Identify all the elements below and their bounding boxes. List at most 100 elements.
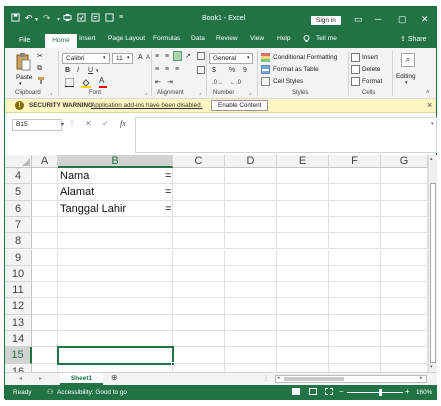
column-header-a[interactable]: A — [32, 155, 58, 168]
cell-e9[interactable] — [277, 249, 329, 266]
column-header-c[interactable]: C — [173, 155, 225, 168]
percent-icon[interactable]: % — [229, 66, 235, 76]
cell-e13[interactable] — [277, 314, 329, 331]
cell-f8[interactable] — [329, 233, 381, 250]
cell-g16[interactable] — [381, 363, 428, 372]
sort-icon[interactable] — [91, 13, 100, 24]
format-cells-button[interactable]: Format — [362, 78, 382, 85]
tab-view[interactable]: View — [250, 35, 264, 42]
redo-dropdown-icon[interactable]: ▾ — [57, 16, 60, 23]
tab-review[interactable]: Review — [216, 35, 238, 42]
cell-f4[interactable] — [329, 168, 381, 185]
cell-g6[interactable] — [381, 200, 428, 217]
cell-e14[interactable] — [277, 331, 329, 348]
cell-g15[interactable] — [381, 347, 428, 364]
tab-page-layout[interactable]: Page Layout — [108, 35, 145, 42]
cell-f15[interactable] — [329, 347, 381, 364]
minimize-icon[interactable]: ─ — [375, 14, 381, 24]
row-header-5[interactable]: 5 — [5, 184, 32, 201]
cell-f12[interactable] — [329, 298, 381, 315]
cell-styles-button[interactable]: Cell Styles — [273, 78, 303, 85]
worksheet-grid[interactable]: ABCDEFG 4 5 6 7 8 9 10 11 12 13 14 15 16 Nama = Alamat… — [5, 155, 437, 372]
align-bottom-icon[interactable] — [173, 51, 182, 61]
insert-cells-button[interactable]: Insert — [362, 54, 378, 61]
search-icon[interactable]: ⌕ — [401, 53, 415, 67]
cell-a4[interactable] — [32, 168, 58, 185]
copy-icon[interactable]: ⧉ — [37, 64, 42, 74]
row-header-6[interactable]: 6 — [5, 200, 32, 217]
cell-c5[interactable]: = — [165, 184, 225, 201]
underline-button[interactable]: U — [88, 66, 93, 76]
cell-b8[interactable] — [58, 233, 173, 250]
cell-d9[interactable] — [225, 249, 277, 266]
cell-d16[interactable] — [225, 363, 277, 372]
quick-access-customize-icon[interactable] — [105, 13, 114, 24]
cell-a7[interactable] — [32, 216, 58, 234]
cell-f16[interactable] — [329, 363, 381, 372]
cell-c4[interactable]: = — [165, 168, 225, 185]
undo-dropdown-icon[interactable]: ▾ — [35, 16, 38, 23]
cell-a5[interactable] — [32, 184, 58, 201]
zoom-slider[interactable] — [347, 392, 403, 393]
cell-e6[interactable] — [277, 200, 329, 217]
cell-f14[interactable] — [329, 331, 381, 348]
next-sheet-icon[interactable]: ▸ — [39, 375, 42, 382]
row-header-12[interactable]: 12 — [5, 298, 32, 315]
increase-font-icon[interactable]: A — [138, 53, 143, 63]
cell-c8[interactable] — [173, 233, 225, 250]
cell-g7[interactable] — [381, 216, 428, 234]
formula-input[interactable] — [135, 117, 437, 153]
more-sheets-icon[interactable]: ⋮ — [263, 375, 269, 382]
cell-g11[interactable] — [381, 282, 428, 299]
cell-b5[interactable]: Alamat — [58, 184, 173, 201]
close-icon[interactable]: × — [427, 100, 432, 110]
scroll-up-icon[interactable]: ▴ — [430, 156, 433, 162]
cell-e15[interactable] — [277, 347, 329, 364]
restore-icon[interactable]: ▢ — [398, 14, 407, 25]
cell-d6[interactable] — [225, 200, 277, 217]
zoom-in-icon[interactable]: + — [405, 387, 410, 396]
column-header-b[interactable]: B — [58, 155, 173, 168]
number-launcher-icon[interactable]: ⌟ — [249, 90, 251, 96]
tell-me-search[interactable]: Tell me — [316, 35, 337, 42]
cell-f6[interactable] — [329, 200, 381, 217]
cell-b4[interactable]: Nama — [58, 168, 173, 185]
share-button[interactable]: ⇪ Share — [400, 35, 427, 43]
cell-g4[interactable] — [381, 168, 428, 185]
cell-a10[interactable] — [32, 265, 58, 283]
conditional-formatting-button[interactable]: Conditional Formatting — [273, 54, 337, 61]
zoom-level[interactable]: 160% — [416, 389, 432, 396]
cell-c6[interactable]: = — [165, 200, 225, 217]
cell-c11[interactable] — [173, 282, 225, 299]
previous-sheet-icon[interactable]: ◂ — [19, 375, 22, 382]
align-middle-icon[interactable]: ≡ — [165, 52, 169, 62]
name-box[interactable]: B15 ▾ — [12, 119, 64, 131]
cell-b7[interactable] — [58, 216, 173, 234]
cell-c12[interactable] — [173, 298, 225, 315]
cell-e12[interactable] — [277, 298, 329, 315]
alignment-launcher-icon[interactable]: ⌟ — [199, 90, 201, 96]
cell-e4[interactable] — [277, 168, 329, 185]
scroll-left-icon[interactable]: ◂ — [277, 375, 280, 381]
cell-a14[interactable] — [32, 331, 58, 348]
page-layout-view-icon[interactable] — [309, 388, 317, 395]
align-center-icon[interactable]: ≡ — [165, 65, 169, 75]
decrease-font-icon[interactable]: A — [146, 53, 150, 63]
cell-e10[interactable] — [277, 265, 329, 283]
number-format-select[interactable]: General ▾ — [209, 53, 253, 64]
ribbon-display-options-icon[interactable]: ▭ — [354, 14, 363, 25]
underline-dropdown-icon[interactable]: ▾ — [96, 66, 99, 76]
vertical-scrollbar[interactable]: ▴ ▾ — [428, 155, 437, 372]
cell-d15[interactable] — [225, 347, 277, 364]
cell-e8[interactable] — [277, 233, 329, 250]
cut-icon[interactable]: ✂ — [37, 52, 43, 62]
italic-button[interactable]: I — [77, 66, 79, 76]
align-left-icon[interactable]: ≡ — [155, 65, 159, 75]
cell-d13[interactable] — [225, 314, 277, 331]
tab-data[interactable]: Data — [191, 35, 205, 42]
bold-button[interactable]: B — [65, 66, 70, 76]
undo-icon[interactable]: ↶ — [25, 13, 33, 24]
active-cell-selection[interactable] — [57, 346, 174, 365]
cell-a11[interactable] — [32, 282, 58, 299]
spelling-icon[interactable] — [77, 13, 86, 24]
